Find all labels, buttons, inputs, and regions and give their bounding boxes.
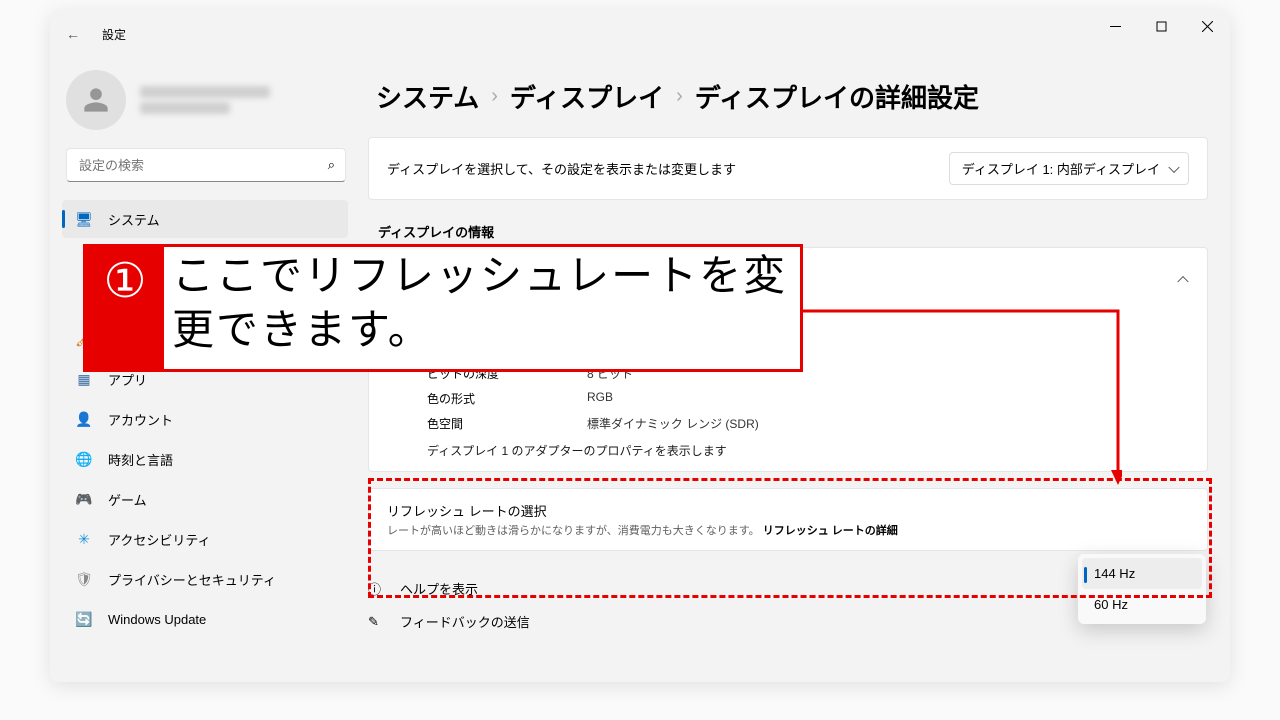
display-selector-panel: ディスプレイを選択して、その設定を表示または変更します ディスプレイ 1: 内部…: [368, 137, 1208, 200]
avatar: [66, 70, 126, 130]
a11y-icon: ✳: [76, 531, 92, 547]
help-icon: ⓘ: [368, 579, 384, 598]
crumb-display[interactable]: ディスプレイ: [510, 78, 664, 115]
search-box[interactable]: ⌕: [66, 148, 346, 182]
back-button[interactable]: ←: [66, 26, 102, 42]
display-picker[interactable]: ディスプレイ 1: 内部ディスプレイ: [949, 152, 1189, 185]
close-button[interactable]: [1184, 10, 1230, 42]
nav-item-update[interactable]: 🔄 Windows Update: [62, 600, 348, 638]
privacy-icon: 🛡: [76, 571, 92, 587]
titlebar: ← 設定: [50, 10, 1230, 58]
profile-text-blurred: [140, 82, 270, 118]
window-title: 設定: [102, 26, 126, 43]
search-input[interactable]: [77, 157, 328, 174]
nav-label: システム: [108, 210, 160, 229]
info-key: 色空間: [427, 415, 587, 432]
maximize-button[interactable]: [1138, 10, 1184, 42]
game-icon: 🎮: [76, 491, 92, 507]
breadcrumb: システム › ディスプレイ › ディスプレイの詳細設定: [376, 78, 1208, 115]
apps-icon: ▦: [76, 371, 92, 387]
page-title: ディスプレイの詳細設定: [695, 78, 979, 115]
info-value: RGB: [587, 390, 613, 407]
section-display-info: ディスプレイの情報: [378, 222, 1208, 241]
adapter-properties-link[interactable]: ディスプレイ 1 のアダプターのプロパティを表示します: [369, 436, 1207, 471]
feedback-icon: ✎: [368, 614, 384, 630]
refresh-rate-more-link[interactable]: リフレッシュ レートの詳細: [763, 525, 898, 537]
chevron-up-icon: [1177, 275, 1188, 286]
dropdown-item[interactable]: 60 Hz: [1082, 589, 1202, 620]
crumb-system[interactable]: システム: [376, 78, 479, 115]
nav-item-time[interactable]: 🌐 時刻と言語: [62, 440, 348, 478]
nav-item-a11y[interactable]: ✳ アクセシビリティ: [62, 520, 348, 558]
nav-item-system[interactable]: 🖥 システム: [62, 200, 348, 238]
info-row: 色の形式RGB: [369, 386, 1207, 411]
minimize-button[interactable]: [1092, 10, 1138, 42]
info-key: 色の形式: [427, 390, 587, 407]
update-icon: 🔄: [76, 611, 92, 627]
info-row: 色空間標準ダイナミック レンジ (SDR): [369, 411, 1207, 436]
nav-label: ゲーム: [108, 490, 147, 509]
refresh-rate-card[interactable]: リフレッシュ レートの選択 レートが高いほど動きは滑らかになりますが、消費電力も…: [368, 488, 1208, 551]
nav-label: プライバシーとセキュリティ: [108, 570, 276, 589]
annotation-callout-1: ① ここでリフレッシュレートを変更できます。: [83, 244, 803, 372]
info-value: 標準ダイナミック レンジ (SDR): [587, 415, 759, 432]
chevron-right-icon: ›: [491, 85, 498, 108]
dropdown-item[interactable]: 144 Hz: [1082, 558, 1202, 589]
refresh-rate-subtitle: レートが高いほど動きは滑らかになりますが、消費電力も大きくなります。 リフレッシ…: [387, 522, 1189, 538]
time-icon: 🌐: [76, 451, 92, 467]
nav-item-account[interactable]: 👤 アカウント: [62, 400, 348, 438]
refresh-rate-dropdown[interactable]: 144 Hz60 Hz: [1078, 554, 1206, 624]
profile[interactable]: [66, 70, 360, 130]
nav-item-privacy[interactable]: 🛡 プライバシーとセキュリティ: [62, 560, 348, 598]
refresh-rate-title: リフレッシュ レートの選択: [387, 501, 1189, 520]
display-selector-hint: ディスプレイを選択して、その設定を表示または変更します: [387, 159, 736, 178]
annotation-number: ①: [86, 247, 164, 369]
annotation-text: ここでリフレッシュレートを変更できます。: [164, 247, 800, 369]
search-icon: ⌕: [328, 157, 335, 173]
nav-label: Windows Update: [108, 612, 206, 627]
nav-label: 時刻と言語: [108, 450, 173, 469]
nav-label: アクセシビリティ: [108, 530, 211, 549]
nav-label: アカウント: [108, 410, 173, 429]
account-icon: 👤: [76, 411, 92, 427]
system-icon: 🖥: [76, 211, 92, 227]
nav-item-game[interactable]: 🎮 ゲーム: [62, 480, 348, 518]
nav-label: アプリ: [108, 370, 147, 389]
chevron-right-icon: ›: [676, 85, 683, 108]
